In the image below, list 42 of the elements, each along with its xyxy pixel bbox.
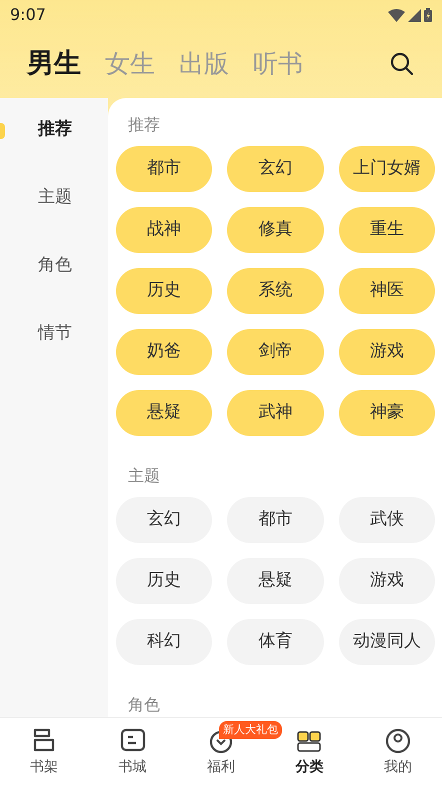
tag-chip[interactable]: 都市 [227,497,324,543]
promo-badge: 新人大礼包 [218,721,282,739]
tag-chip[interactable]: 神医 [338,268,435,314]
status-time: 9:07 [10,4,46,26]
section-title: 推荐 [127,114,161,136]
tag-chip[interactable]: 修真 [227,207,324,253]
tag-chip[interactable]: 上门女婿 [338,146,435,192]
tag-chip[interactable]: 历史 [116,558,212,604]
tag-chip[interactable]: 悬疑 [227,558,324,604]
tag-chip[interactable]: 奶爸 [116,329,212,375]
tag-chip[interactable]: 神豪 [338,390,435,436]
tag-chip[interactable]: 玄幻 [227,146,324,192]
sidebar-item[interactable]: 主题 [38,185,72,211]
tag-chip[interactable]: 游戏 [338,329,435,375]
wifi-icon [388,8,405,22]
tag-chip[interactable]: 武侠 [338,497,435,543]
sidebar-item[interactable]: 情节 [38,321,72,347]
tag-chip[interactable]: 体育 [227,619,324,665]
tag-chip[interactable]: 游戏 [338,558,435,604]
tag-chip[interactable]: 动漫同人 [338,619,435,665]
tag-chip[interactable]: 系统 [227,268,324,314]
section-title: 角色 [127,694,161,716]
section-title: 主题 [127,465,161,487]
category-tab[interactable]: 男生 [27,44,81,84]
sidebar-item[interactable]: 角色 [38,253,72,279]
battery-icon [424,8,432,22]
tag-chip[interactable]: 悬疑 [116,390,212,436]
tag-chip[interactable]: 历史 [116,268,212,314]
signal-icon [408,8,421,22]
tag-chip[interactable]: 战神 [116,207,212,253]
tag-chip[interactable]: 武神 [227,390,324,436]
person-icon [384,726,412,754]
search-icon[interactable] [390,52,414,76]
tag-chip[interactable]: 重生 [338,207,435,253]
tag-chip[interactable]: 玄幻 [116,497,212,543]
tag-chip[interactable]: 都市 [116,146,212,192]
nav-tab[interactable]: 我的 [354,718,442,786]
sidebar-item[interactable]: 推荐 [38,117,72,143]
nav-tab[interactable]: 书城 [88,718,177,786]
tag-chip[interactable]: 剑帝 [227,329,324,375]
tag-chip[interactable]: 科幻 [116,619,212,665]
nav-tab[interactable]: 书架 [0,718,88,786]
